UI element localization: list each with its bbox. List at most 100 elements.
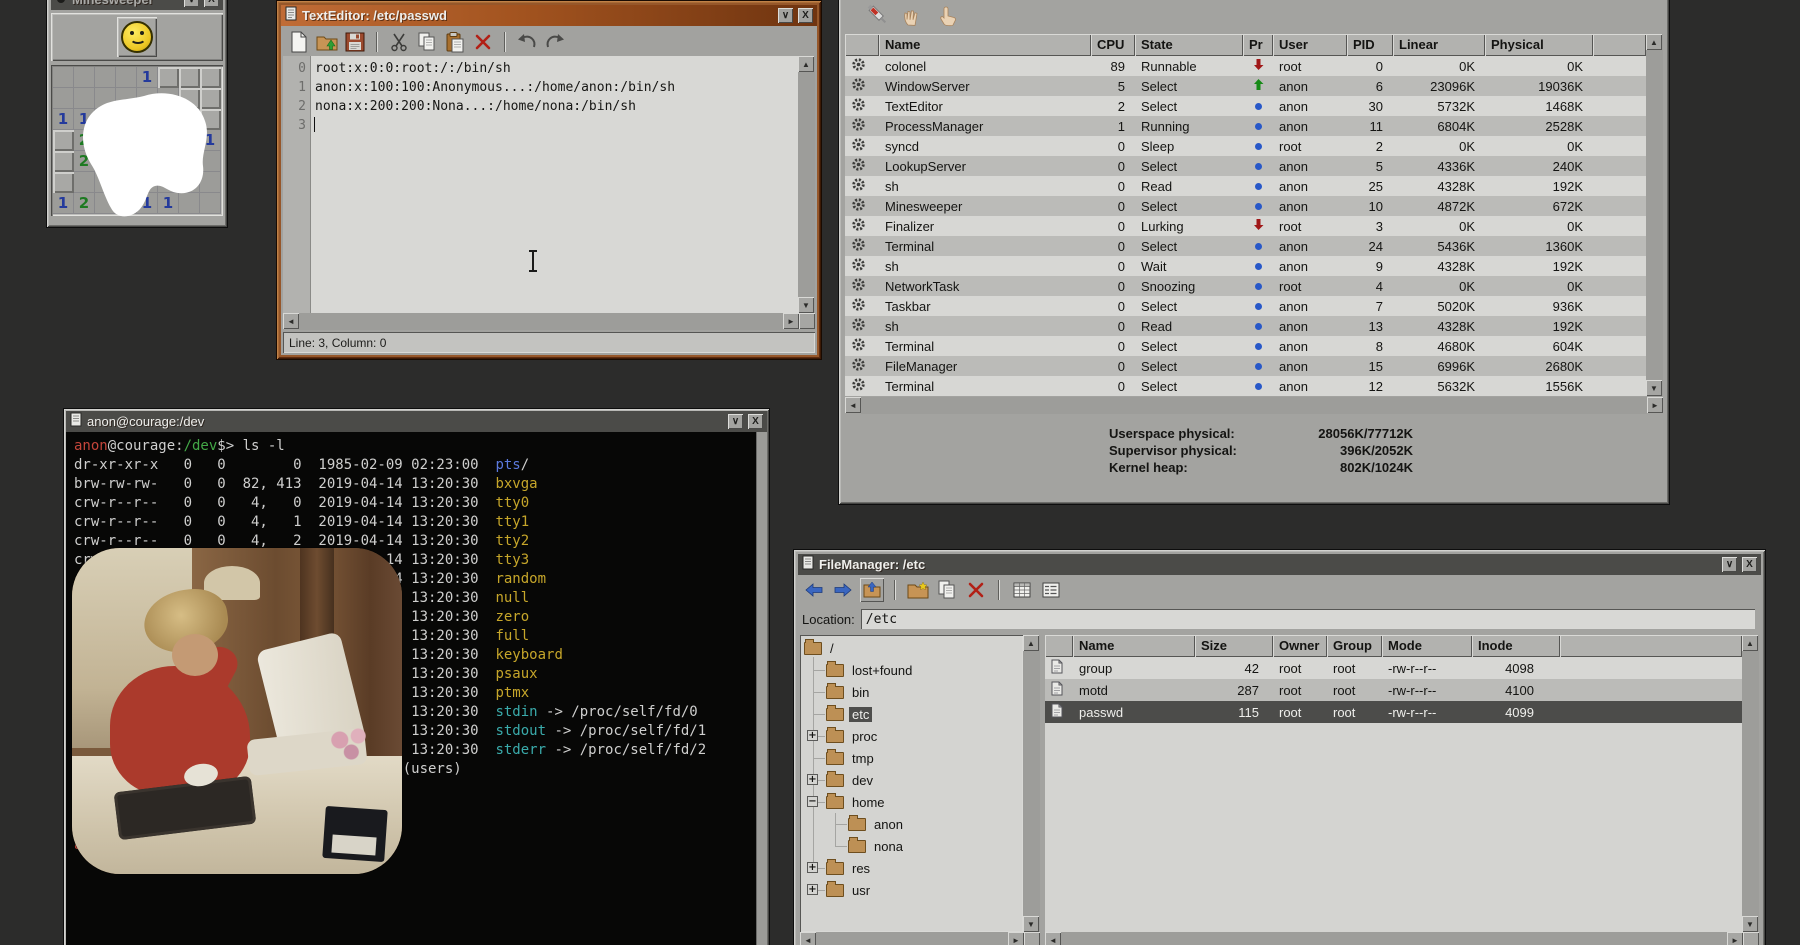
- collapse-icon[interactable]: ∨: [1722, 557, 1737, 572]
- scroll-left-icon[interactable]: ◄: [1045, 932, 1061, 945]
- back-arrow-icon[interactable]: [802, 578, 826, 602]
- collapse-icon[interactable]: ∨: [728, 414, 743, 429]
- redo-arrow-icon[interactable]: [543, 30, 567, 54]
- column-header-cpu[interactable]: CPU: [1091, 34, 1135, 56]
- tree-item-dev[interactable]: +dev: [800, 769, 1023, 791]
- file-row-motd[interactable]: motd287rootroot-rw-r--r--4100: [1045, 679, 1742, 701]
- tree-item-anon[interactable]: anon: [800, 813, 1023, 835]
- minesweeper-cell[interactable]: [53, 130, 74, 151]
- column-header-physical[interactable]: Physical: [1485, 34, 1593, 56]
- file-row-passwd[interactable]: passwd115rootroot-rw-r--r--4099: [1045, 701, 1742, 723]
- scroll-down-icon[interactable]: ▼: [1023, 916, 1039, 932]
- up-folder-icon[interactable]: [860, 578, 884, 602]
- minesweeper-cell[interactable]: [74, 67, 95, 88]
- process-row[interactable]: Finalizer0Lurkingroot30K0K: [845, 216, 1646, 236]
- process-row[interactable]: Taskbar0Selectanon75020K936K: [845, 296, 1646, 316]
- horizontal-scrollbar[interactable]: ◄ ►: [845, 397, 1663, 414]
- process-row[interactable]: FileManager0Selectanon156996K2680K: [845, 356, 1646, 376]
- process-row[interactable]: LookupServer0Selectanon54336K240K: [845, 156, 1646, 176]
- tree-item-etc[interactable]: etc: [800, 703, 1023, 725]
- paste-clipboard-icon[interactable]: [443, 30, 467, 54]
- filemanager-titlebar[interactable]: FileManager: /etc ∨ X: [798, 554, 1761, 575]
- scroll-up-icon[interactable]: ▲: [1023, 635, 1039, 651]
- scroll-down-icon[interactable]: ▼: [1646, 380, 1662, 396]
- horizontal-scrollbar[interactable]: ◄ ►: [283, 313, 815, 330]
- hand-stop-icon[interactable]: [901, 4, 925, 28]
- process-row[interactable]: WindowServer5Selectanon623096K19036K: [845, 76, 1646, 96]
- column-header-pr[interactable]: Pr: [1243, 34, 1273, 56]
- expander-plus-icon[interactable]: +: [807, 862, 818, 873]
- tree-item--[interactable]: /: [800, 637, 1023, 659]
- column-header-name[interactable]: Name: [879, 34, 1091, 56]
- scroll-right-icon[interactable]: ►: [1647, 397, 1663, 413]
- tree-item-tmp[interactable]: tmp: [800, 747, 1023, 769]
- vertical-scrollbar[interactable]: ▲ ▼: [1742, 635, 1759, 932]
- tree-item-lost-found[interactable]: lost+found: [800, 659, 1023, 681]
- scroll-up-icon[interactable]: ▲: [1742, 635, 1758, 651]
- save-floppy-icon[interactable]: [343, 30, 367, 54]
- process-row[interactable]: colonel89Runnableroot00K0K: [845, 56, 1646, 76]
- scroll-right-icon[interactable]: ►: [1727, 932, 1743, 945]
- close-icon[interactable]: X: [798, 8, 813, 23]
- list-view-icon[interactable]: [1039, 578, 1063, 602]
- terminal-scrollbar[interactable]: [756, 432, 767, 945]
- process-row[interactable]: sh0Readanon254328K192K: [845, 176, 1646, 196]
- column-header-group[interactable]: Group: [1327, 635, 1382, 657]
- minesweeper-cell[interactable]: [179, 67, 200, 88]
- collapse-icon[interactable]: ∨: [184, 0, 199, 7]
- copy-pages-icon[interactable]: [935, 578, 959, 602]
- delete-cross-icon[interactable]: [964, 578, 988, 602]
- tree-item-usr[interactable]: +usr: [800, 879, 1023, 901]
- expander-minus-icon[interactable]: −: [807, 796, 818, 807]
- minesweeper-cell[interactable]: 1: [137, 67, 158, 88]
- file-row-group[interactable]: group42rootroot-rw-r--r--4098: [1045, 657, 1742, 679]
- delete-cross-icon[interactable]: [471, 30, 495, 54]
- minesweeper-cell[interactable]: [200, 67, 221, 88]
- expander-plus-icon[interactable]: +: [807, 774, 818, 785]
- tree-item-home[interactable]: −home: [800, 791, 1023, 813]
- process-row[interactable]: TextEditor2Selectanon305732K1468K: [845, 96, 1646, 116]
- scroll-right-icon[interactable]: ►: [783, 313, 799, 329]
- vertical-scrollbar[interactable]: ▲ ▼: [798, 56, 815, 313]
- column-header-user[interactable]: User: [1273, 34, 1347, 56]
- scroll-right-icon[interactable]: ►: [1008, 932, 1024, 945]
- process-row[interactable]: Terminal0Selectanon84680K604K: [845, 336, 1646, 356]
- syringe-icon[interactable]: [865, 4, 889, 28]
- hand-pointer-icon[interactable]: [937, 4, 961, 28]
- minesweeper-cell[interactable]: [53, 67, 74, 88]
- expander-plus-icon[interactable]: +: [807, 730, 818, 741]
- tree-item-bin[interactable]: bin: [800, 681, 1023, 703]
- minesweeper-cell[interactable]: 1: [53, 193, 74, 214]
- minesweeper-cell[interactable]: [53, 172, 74, 193]
- collapse-icon[interactable]: ∨: [778, 8, 793, 23]
- scroll-down-icon[interactable]: ▼: [1742, 916, 1758, 932]
- horizontal-scrollbar[interactable]: ◄ ►: [800, 932, 1040, 945]
- scroll-left-icon[interactable]: ◄: [845, 397, 861, 413]
- new-folder-icon[interactable]: [906, 578, 930, 602]
- processmanager-window[interactable]: NameCPUStatePrUserPIDLinearPhysical colo…: [838, 0, 1670, 505]
- minesweeper-cell[interactable]: [116, 67, 137, 88]
- column-header-linear[interactable]: Linear: [1393, 34, 1485, 56]
- minesweeper-cell[interactable]: [95, 67, 116, 88]
- cut-scissors-icon[interactable]: [387, 30, 411, 54]
- new-document-icon[interactable]: [287, 30, 311, 54]
- scroll-up-icon[interactable]: ▲: [1646, 34, 1662, 50]
- vertical-scrollbar[interactable]: ▲ ▼: [1646, 34, 1663, 396]
- scroll-up-icon[interactable]: ▲: [798, 56, 814, 72]
- close-icon[interactable]: X: [748, 414, 763, 429]
- scroll-down-icon[interactable]: ▼: [798, 297, 814, 313]
- process-row[interactable]: sh0Waitanon94328K192K: [845, 256, 1646, 276]
- minesweeper-cell[interactable]: [53, 151, 74, 172]
- tree-item-proc[interactable]: +proc: [800, 725, 1023, 747]
- editor-text-area[interactable]: root:x:0:0:root:/:/bin/shanon:x:100:100:…: [311, 56, 798, 313]
- close-icon[interactable]: X: [1742, 557, 1757, 572]
- process-row[interactable]: sh0Readanon134328K192K: [845, 316, 1646, 336]
- close-icon[interactable]: X: [204, 0, 219, 7]
- minesweeper-cell[interactable]: 1: [53, 109, 74, 130]
- location-input[interactable]: /etc: [861, 609, 1755, 629]
- column-header-owner[interactable]: Owner: [1273, 635, 1327, 657]
- scroll-left-icon[interactable]: ◄: [800, 932, 816, 945]
- open-folder-icon[interactable]: [315, 30, 339, 54]
- column-header-size[interactable]: Size: [1195, 635, 1273, 657]
- process-row[interactable]: Terminal0Selectanon125632K1556K: [845, 376, 1646, 396]
